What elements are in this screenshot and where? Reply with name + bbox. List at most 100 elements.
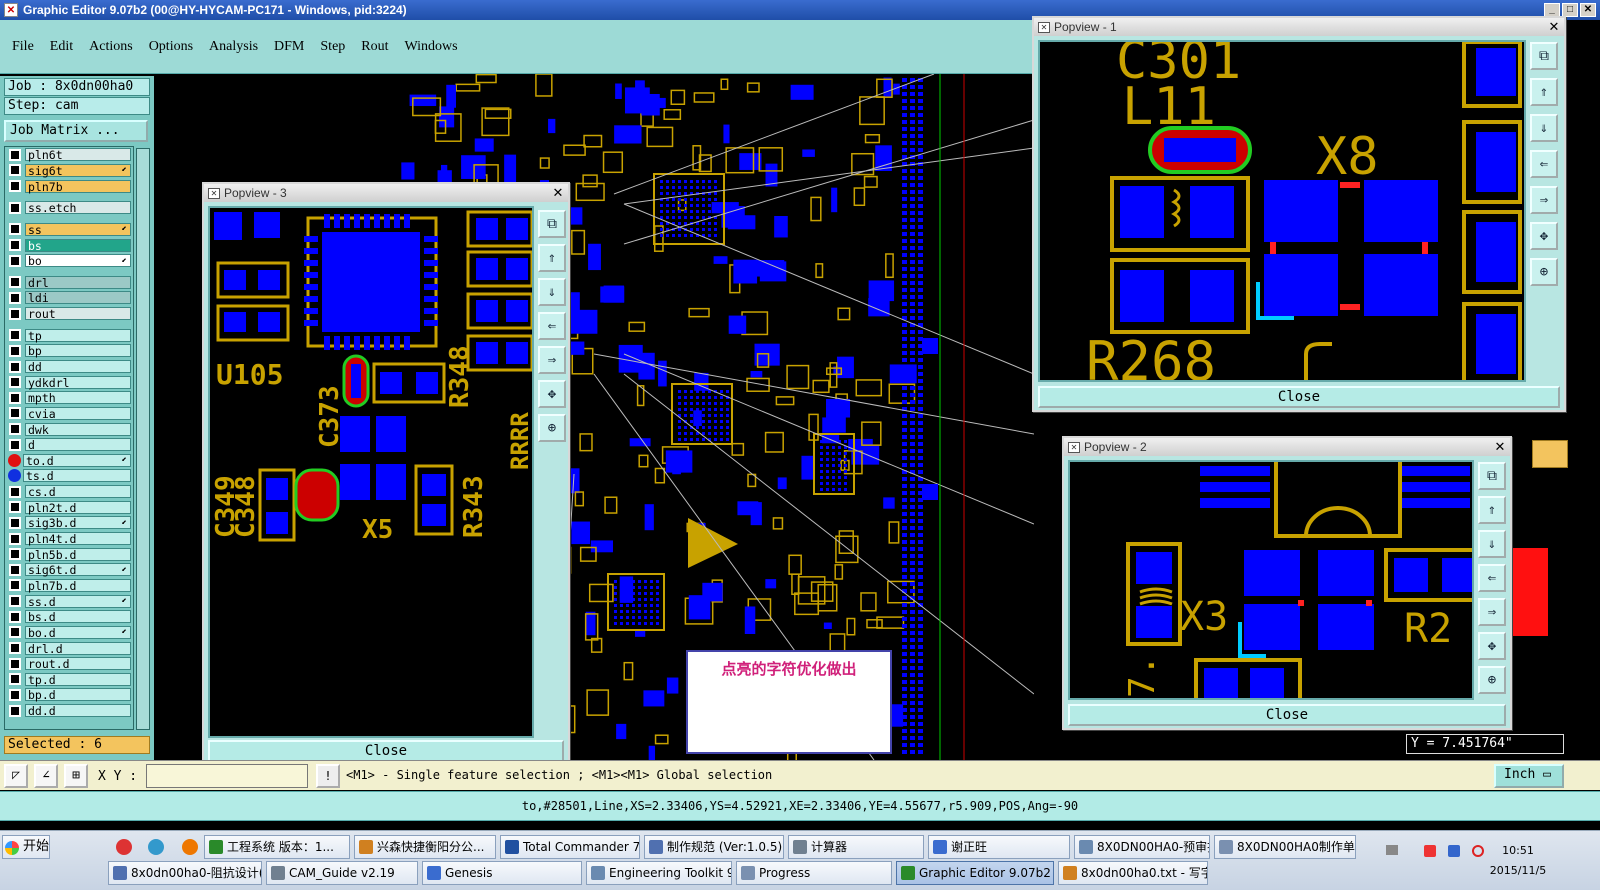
taskbar-button[interactable]: CAM_Guide v2.19	[266, 861, 418, 885]
layer-row[interactable]: rout.d	[5, 656, 133, 672]
layer-checkbox[interactable]	[9, 673, 21, 686]
layer-name[interactable]: bo	[25, 254, 131, 268]
layer-list[interactable]: pln6t sig6t ⬋ pln7b ss.etch ss ⬋ bs bo ⬋ drl ldi rou…	[4, 146, 134, 730]
popview-1-viewport[interactable]: C301 L11 X8 R268	[1038, 40, 1526, 382]
layer-row[interactable]: bp.d	[5, 687, 133, 703]
layer-checkbox[interactable]	[9, 423, 21, 436]
job-matrix-button[interactable]: Job Matrix ...	[4, 120, 148, 142]
ie-icon[interactable]	[148, 839, 164, 855]
popview-2-titlebar[interactable]: ✕ Popview - 2 ✕	[1064, 438, 1510, 456]
tray-icon-network[interactable]	[1386, 845, 1398, 855]
layer-checkbox[interactable]	[9, 407, 21, 420]
popview-1-close-icon[interactable]: ✕	[1547, 20, 1561, 34]
layer-checkbox[interactable]	[9, 704, 21, 717]
measure-tool-icon[interactable]: ∠	[34, 764, 58, 788]
layer-name[interactable]: pln6t	[25, 148, 131, 162]
layer-name[interactable]: mpth	[25, 391, 131, 405]
taskbar-button[interactable]: 兴森快捷衡阳分公...	[354, 835, 496, 859]
layer-name[interactable]: bs.d	[25, 610, 131, 624]
menu-options[interactable]: Options	[149, 39, 193, 55]
zoom-out-icon[interactable]: ⊕	[1530, 258, 1558, 286]
layer-checkbox[interactable]	[9, 579, 21, 592]
menu-step[interactable]: Step	[320, 39, 345, 55]
zoom-in-icon[interactable]: ✥	[538, 380, 566, 408]
start-button[interactable]: 开始	[2, 835, 50, 859]
layer-name[interactable]: bp.d	[25, 688, 131, 702]
layer-checkbox[interactable]	[9, 376, 21, 389]
taskbar-button[interactable]: Progress	[736, 861, 892, 885]
popview-3-viewport[interactable]: U105 X5 C373 R348 C349 C348 R343 RRRR	[208, 206, 534, 738]
popview-1-close-button[interactable]: Close	[1038, 386, 1560, 408]
layer-name[interactable]: dd.d	[25, 704, 131, 718]
layer-checkbox[interactable]	[9, 329, 21, 342]
popview-2-close-icon[interactable]: ✕	[1493, 440, 1507, 454]
layer-checkbox[interactable]	[9, 276, 21, 289]
layer-name[interactable]: drl.d	[25, 641, 131, 655]
menu-dfm[interactable]: DFM	[274, 39, 304, 55]
popview-2-close-button[interactable]: Close	[1068, 704, 1506, 726]
layer-row[interactable]: ss.d ⬋	[5, 593, 133, 609]
select-tool-icon[interactable]: ◸	[4, 764, 28, 788]
layer-list-scrollbar[interactable]	[136, 148, 150, 730]
layer-row[interactable]: ts.d	[5, 468, 133, 484]
layer-name[interactable]: pln4t.d	[25, 532, 131, 546]
popview-3-titlebar[interactable]: ✕ Popview - 3 ✕	[204, 184, 568, 202]
zoom-in-icon[interactable]: ✥	[1530, 222, 1558, 250]
menu-edit[interactable]: Edit	[50, 39, 73, 55]
layer-name[interactable]: bp	[25, 344, 131, 358]
pan-left-icon[interactable]: ⇐	[538, 312, 566, 340]
layer-name[interactable]: cs.d	[25, 485, 131, 499]
zoom-out-icon[interactable]: ⊕	[538, 414, 566, 442]
taskbar-button[interactable]: 工程系统 版本：1...	[204, 835, 350, 859]
layer-name[interactable]: dwk	[25, 422, 131, 436]
layer-row[interactable]: sig6t.d ⬋	[5, 562, 133, 578]
grid-tool-icon[interactable]: ⊞	[64, 764, 88, 788]
layer-checkbox[interactable]	[9, 201, 21, 214]
menu-analysis[interactable]: Analysis	[209, 39, 258, 55]
layer-row[interactable]: ydkdrl	[5, 374, 133, 390]
pan-up-icon[interactable]: ⇑	[1530, 78, 1558, 106]
layer-row[interactable]: cvia	[5, 406, 133, 422]
layer-name[interactable]: sig6t.d	[25, 563, 131, 577]
layer-row[interactable]: ss ⬋	[5, 222, 133, 238]
layer-row[interactable]: drl.d	[5, 640, 133, 656]
layer-checkbox[interactable]	[9, 344, 21, 357]
layer-row[interactable]: dd.d	[5, 703, 133, 719]
taskbar-button[interactable]: 谢正旺	[928, 835, 1070, 859]
layer-checkbox[interactable]	[9, 360, 21, 373]
layer-checkbox[interactable]	[9, 501, 21, 514]
layer-name[interactable]: pln5b.d	[25, 547, 131, 561]
layer-checkbox[interactable]	[9, 180, 21, 193]
unit-selector[interactable]: Inch ▭	[1494, 764, 1564, 788]
maximize-button[interactable]: □	[1562, 3, 1578, 17]
layer-row[interactable]: drl	[5, 274, 133, 290]
pan-up-icon[interactable]: ⇑	[538, 244, 566, 272]
layer-checkbox[interactable]	[9, 239, 21, 252]
layer-checkbox[interactable]	[9, 254, 21, 267]
layer-row[interactable]: bp	[5, 343, 133, 359]
layer-row[interactable]: d	[5, 437, 133, 453]
close-window-button[interactable]: ✕	[1580, 3, 1596, 17]
zoom-in-icon[interactable]: ✥	[1478, 632, 1506, 660]
layer-checkbox[interactable]	[9, 291, 21, 304]
pan-down-icon[interactable]: ⇓	[1478, 530, 1506, 558]
pan-left-icon[interactable]: ⇐	[1478, 564, 1506, 592]
layer-name[interactable]: cvia	[25, 406, 131, 420]
layer-row[interactable]: pln4t.d	[5, 531, 133, 547]
layer-checkbox[interactable]	[9, 148, 21, 161]
system-clock[interactable]: 10:51 2015/11/5	[1488, 841, 1548, 881]
menu-actions[interactable]: Actions	[89, 39, 133, 55]
pan-right-icon[interactable]: ⇒	[1530, 186, 1558, 214]
layer-row[interactable]: sig6t ⬋	[5, 163, 133, 179]
layer-name[interactable]: ydkdrl	[25, 375, 131, 389]
layer-row[interactable]: bs.d	[5, 609, 133, 625]
layer-name[interactable]: ss.d	[25, 594, 131, 608]
menu-windows[interactable]: Windows	[405, 39, 458, 55]
layer-row[interactable]: cs.d	[5, 484, 133, 500]
taskbar-button[interactable]: Engineering Toolkit 9.07...	[586, 861, 732, 885]
taskbar-button[interactable]: 制作规范 (Ver:1.0.5)	[644, 835, 784, 859]
pan-left-icon[interactable]: ⇐	[1530, 150, 1558, 178]
layer-name[interactable]: bo.d	[25, 625, 131, 639]
info-icon[interactable]: !	[316, 764, 340, 788]
layer-row[interactable]: bs	[5, 237, 133, 253]
